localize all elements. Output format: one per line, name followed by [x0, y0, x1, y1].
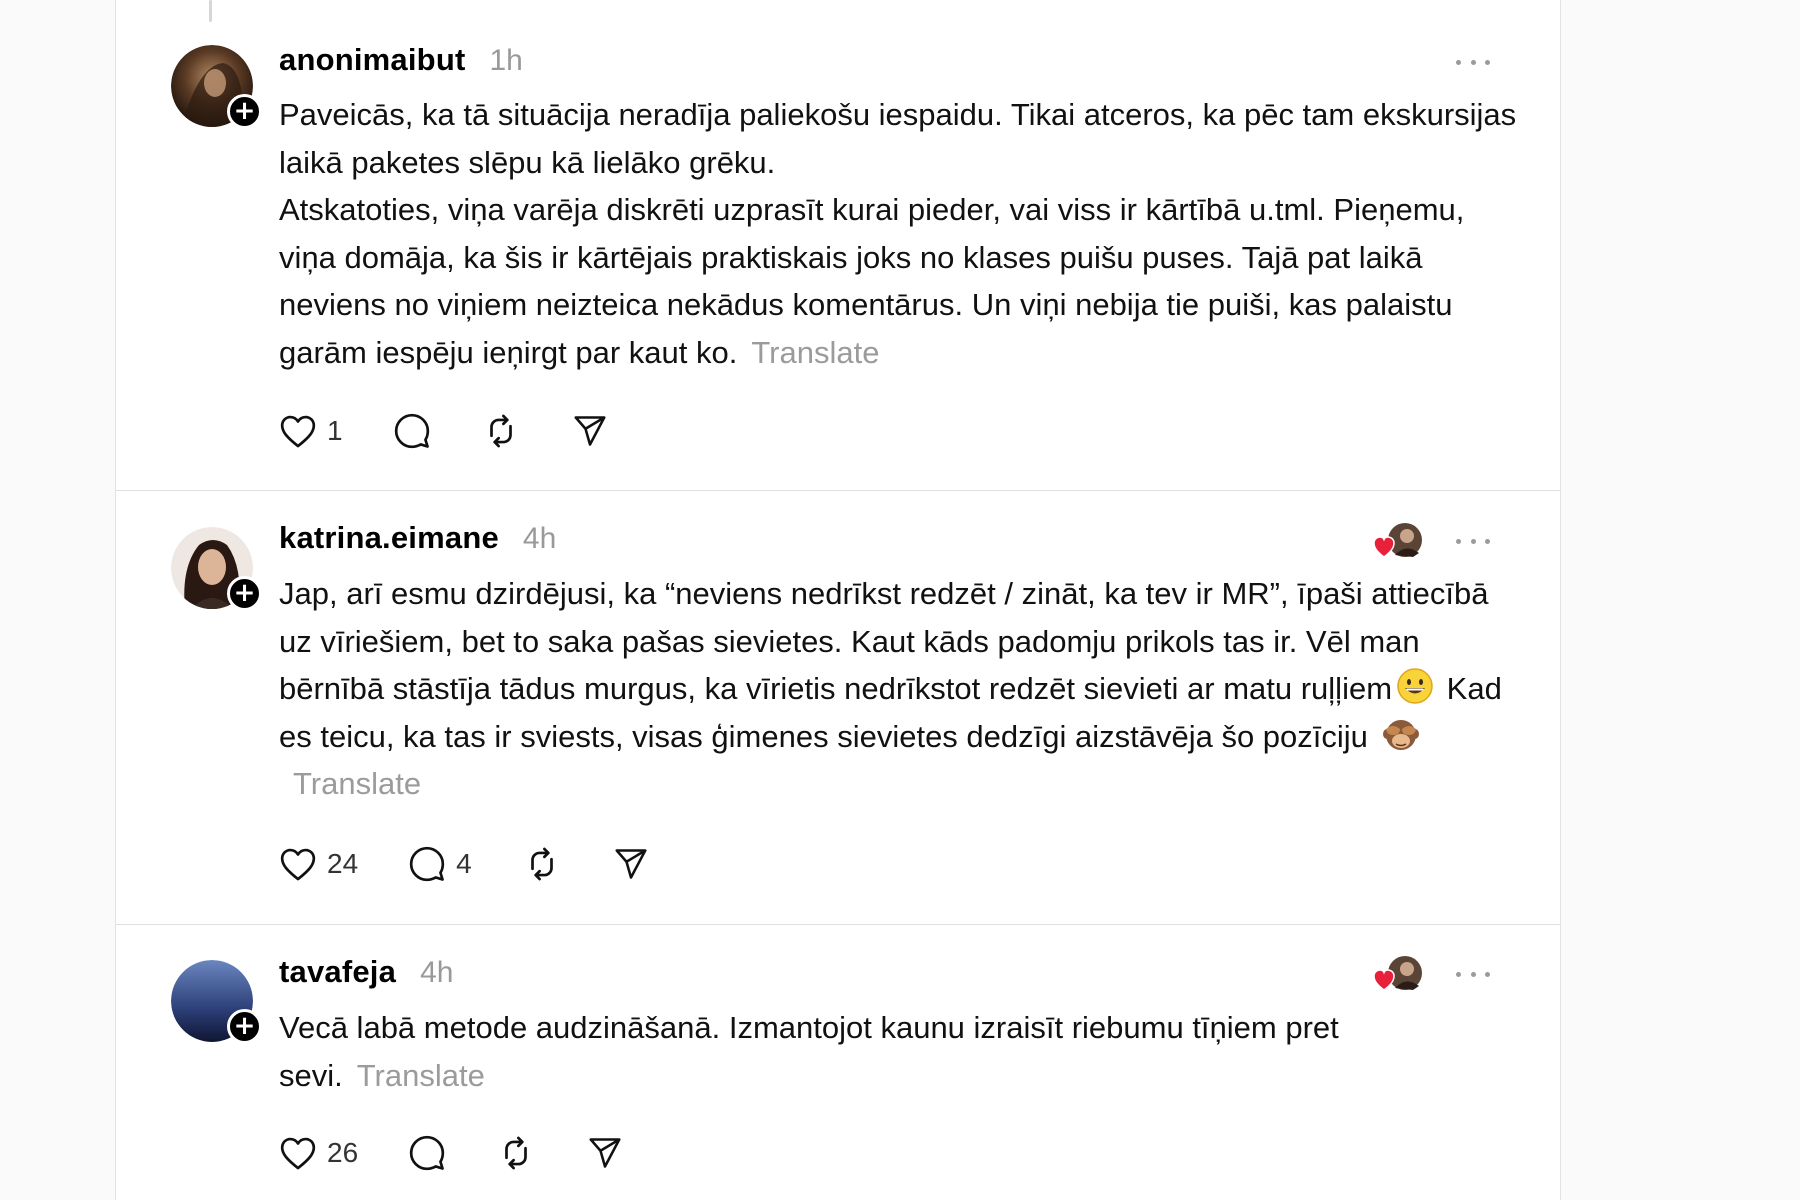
post-paragraph: Vecā labā metode audzināšanā. Izmantojot…	[279, 1004, 1519, 1099]
post-text: Vecā labā metode audzināšanā. Izmantojot…	[279, 1004, 1519, 1099]
repost-button[interactable]	[496, 1134, 536, 1172]
follow-plus-icon[interactable]: +	[227, 94, 262, 129]
more-dots-icon[interactable]	[1456, 959, 1490, 989]
post: + katrina.eimane 4h Jap, arī esmu dzirdē…	[116, 490, 1560, 925]
translate-link[interactable]: Translate	[751, 335, 879, 370]
username[interactable]: katrina.eimane	[279, 520, 499, 556]
translate-link[interactable]: Translate	[357, 1058, 485, 1093]
post-text: Paveicās, ka tā situācija neradīja palie…	[279, 91, 1519, 376]
send-paper-plane-icon	[589, 1138, 621, 1168]
feed-column: + anonimaibut 1h Paveicās, ka tā situāci…	[115, 0, 1561, 1200]
heart-icon	[280, 848, 316, 881]
avatar[interactable]: +	[171, 960, 262, 1044]
timestamp[interactable]: 4h	[420, 956, 453, 990]
repost-button[interactable]	[522, 845, 562, 883]
like-count: 26	[327, 1137, 359, 1168]
post-actions: 24 4	[279, 842, 700, 886]
avatar[interactable]: +	[171, 527, 262, 611]
post-paragraph: Atskatoties, viņa varēja diskrēti uzpras…	[279, 186, 1519, 376]
share-button[interactable]	[586, 1135, 624, 1171]
heart-icon	[280, 1137, 316, 1170]
translate-link[interactable]: Translate	[293, 766, 421, 801]
share-button[interactable]	[612, 846, 650, 882]
username[interactable]: tavafeja	[279, 954, 396, 990]
post-actions: 1	[279, 409, 659, 453]
like-button[interactable]: 24	[279, 846, 358, 882]
post: + anonimaibut 1h Paveicās, ka tā situāci…	[116, 0, 1560, 491]
page: + anonimaibut 1h Paveicās, ka tā situāci…	[0, 0, 1800, 1200]
post-header: katrina.eimane 4h	[279, 520, 556, 560]
username[interactable]: anonimaibut	[279, 42, 465, 78]
post: + tavafeja 4h Vecā labā metode audzināša…	[116, 924, 1560, 1200]
heart-icon	[280, 415, 316, 448]
reply-count: 4	[456, 848, 472, 879]
liked-by-author-indicator[interactable]	[1373, 954, 1425, 994]
post-actions: 26	[279, 1131, 674, 1175]
follow-plus-icon[interactable]: +	[227, 576, 262, 611]
timestamp[interactable]: 1h	[489, 44, 522, 78]
share-button[interactable]	[571, 413, 609, 449]
red-heart-icon	[1373, 536, 1395, 558]
grinning-face-emoji	[1397, 668, 1433, 704]
red-heart-icon	[1373, 969, 1395, 991]
post-text: Jap, arī esmu dzirdējusi, ka “neviens ne…	[279, 570, 1519, 808]
reply-button[interactable]	[393, 412, 431, 450]
more-dots-icon[interactable]	[1456, 47, 1490, 77]
follow-plus-icon[interactable]: +	[227, 1009, 262, 1044]
comment-bubble-icon	[409, 846, 445, 882]
timestamp[interactable]: 4h	[523, 522, 556, 556]
reply-button[interactable]: 4	[408, 845, 472, 883]
repost-button[interactable]	[481, 412, 521, 450]
reply-button[interactable]	[408, 1134, 446, 1172]
author-avatar-icon	[1373, 523, 1422, 558]
repost-icon	[489, 414, 512, 448]
comment-bubble-icon	[394, 413, 429, 449]
like-count: 24	[327, 848, 359, 879]
comment-bubble-icon	[409, 1135, 445, 1171]
post-paragraph: Jap, arī esmu dzirdējusi, ka “neviens ne…	[279, 570, 1519, 808]
like-button[interactable]: 1	[279, 413, 343, 449]
avatar[interactable]: +	[171, 45, 262, 129]
liked-by-author-indicator[interactable]	[1373, 521, 1425, 561]
repost-icon	[530, 847, 553, 881]
see-no-evil-monkey-emoji	[1382, 719, 1419, 750]
more-dots-icon[interactable]	[1456, 526, 1490, 556]
send-paper-plane-icon	[615, 849, 647, 879]
post-header: tavafeja 4h	[279, 954, 453, 994]
repost-icon	[505, 1136, 528, 1170]
like-count: 1	[327, 415, 343, 446]
like-button[interactable]: 26	[279, 1135, 358, 1171]
post-paragraph: Paveicās, ka tā situācija neradīja palie…	[279, 97, 1517, 180]
send-paper-plane-icon	[574, 416, 606, 446]
post-text-part: Jap, arī esmu dzirdējusi, ka “neviens ne…	[279, 576, 1489, 706]
post-header: anonimaibut 1h	[279, 42, 523, 82]
author-avatar-icon	[1373, 956, 1422, 991]
